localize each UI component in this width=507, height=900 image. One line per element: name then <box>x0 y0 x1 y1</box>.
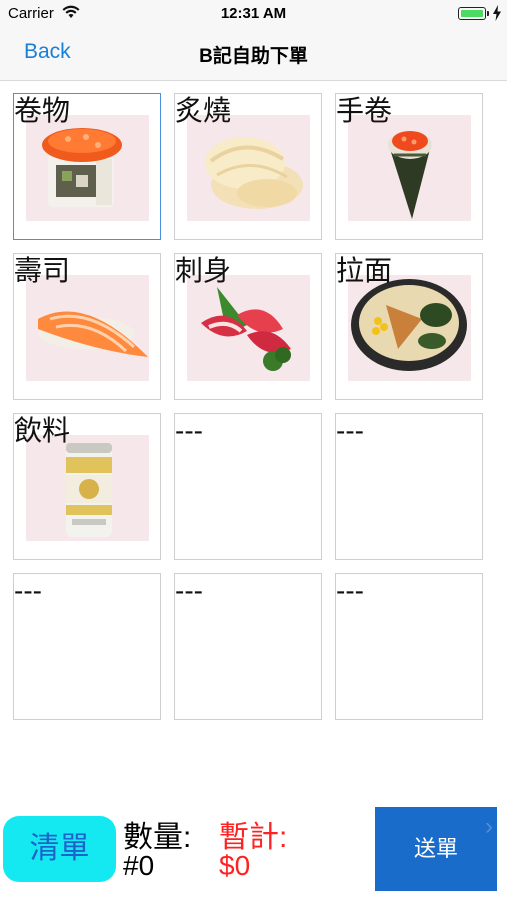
category-label: 壽司 <box>14 255 71 286</box>
chevron-right-icon: › <box>485 813 493 840</box>
clear-order-button[interactable]: 清單 <box>3 816 116 882</box>
category-cell-ramen[interactable]: 拉面 <box>335 253 483 400</box>
category-label: 卷物 <box>14 95 71 126</box>
beer-can-image <box>26 435 149 541</box>
status-bar: Carrier 12:31 AM <box>0 0 507 28</box>
category-label: --- <box>175 575 203 606</box>
navigation-bar: Back B記自助下單 <box>0 28 507 81</box>
category-label: 拉面 <box>336 255 393 286</box>
category-label: 飲料 <box>14 415 71 446</box>
category-label: --- <box>14 575 42 606</box>
category-label: --- <box>175 415 203 446</box>
category-grid: 卷物 炙燒 手卷 壽司 刺身 拉面 飲料 --- --- --- --- --- <box>13 93 485 723</box>
category-cell-empty[interactable]: --- <box>174 573 322 720</box>
category-cell-maki[interactable]: 卷物 <box>13 93 161 240</box>
battery-icon <box>458 7 489 20</box>
hand-roll-image <box>348 115 471 221</box>
category-cell-sashimi[interactable]: 刺身 <box>174 253 322 400</box>
category-label: --- <box>336 575 364 606</box>
category-cell-aburi[interactable]: 炙燒 <box>174 93 322 240</box>
category-label: --- <box>336 415 364 446</box>
category-label: 炙燒 <box>175 95 232 126</box>
quantity-value: #0 <box>123 850 155 881</box>
category-cell-empty[interactable]: --- <box>335 413 483 560</box>
sashimi-image <box>187 275 310 381</box>
subtotal-value: $0 <box>219 850 251 881</box>
charging-bolt-icon <box>493 5 501 21</box>
salmon-nigiri-image <box>26 275 149 381</box>
aburi-sushi-image <box>187 115 310 221</box>
category-cell-temaki[interactable]: 手卷 <box>335 93 483 240</box>
ramen-image <box>348 275 471 381</box>
category-cell-empty[interactable]: --- <box>13 573 161 720</box>
category-cell-nigiri[interactable]: 壽司 <box>13 253 161 400</box>
submit-order-label: 送單 <box>413 836 458 861</box>
category-label: 手卷 <box>336 95 393 126</box>
category-cell-empty[interactable]: --- <box>174 413 322 560</box>
maki-roll-image <box>26 115 149 221</box>
status-time: 12:31 AM <box>220 5 287 22</box>
submit-order-button[interactable]: 送單 › <box>375 807 497 891</box>
category-cell-drinks[interactable]: 飲料 <box>13 413 161 560</box>
page-title: B記自助下單 <box>199 46 308 67</box>
category-cell-empty[interactable]: --- <box>335 573 483 720</box>
category-label: 刺身 <box>175 255 232 286</box>
